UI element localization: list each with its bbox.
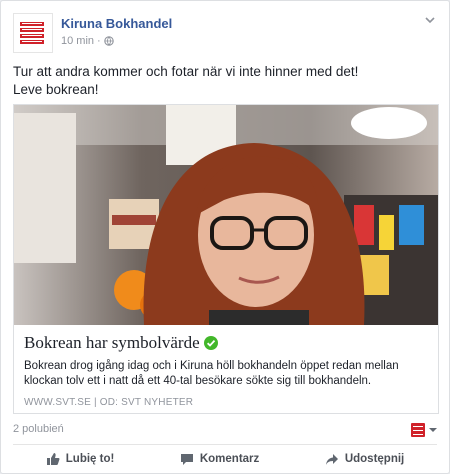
link-preview-card[interactable]: Bokrean har symbolvärde Bokrean drog igå…	[13, 104, 439, 414]
comment-button[interactable]: Komentarz	[180, 449, 259, 469]
meta-separator: ·	[97, 35, 101, 47]
divider	[13, 444, 437, 445]
link-preview-image[interactable]	[14, 105, 438, 325]
post-timestamp[interactable]: 10 min	[61, 35, 94, 47]
post-card: Kiruna Bokhandel 10 min · Tur att andra …	[0, 0, 450, 474]
link-title[interactable]: Bokrean har symbolvärde	[24, 333, 428, 353]
chevron-down-icon[interactable]	[423, 13, 437, 27]
caret-down-icon	[429, 428, 437, 432]
verified-check-icon	[203, 336, 218, 350]
likes-count[interactable]: 2 polubień	[13, 423, 64, 435]
page-avatar[interactable]	[13, 13, 53, 53]
globe-icon[interactable]	[103, 36, 114, 46]
comment-label: Komentarz	[199, 453, 260, 465]
post-stats: 2 polubień	[13, 423, 437, 439]
link-domain: WWW.SVT.SE	[24, 397, 91, 408]
page-name-link[interactable]: Kiruna Bokhandel	[61, 16, 172, 31]
book-stack-logo-icon	[20, 22, 44, 44]
link-source: WWW.SVT.SE | OD: SVT NYHETER	[24, 397, 428, 408]
link-author: OD: SVT NYHETER	[99, 397, 194, 408]
thumbs-up-icon	[46, 453, 60, 465]
link-body: Bokrean har symbolvärde Bokrean drog igå…	[24, 333, 428, 408]
post-meta: 10 min ·	[61, 35, 114, 47]
share-button[interactable]: Udostępnij	[325, 449, 404, 469]
link-title-text[interactable]: Bokrean har symbolvärde	[24, 333, 200, 353]
post-actions: Lubię to! Komentarz Udostępnij	[13, 449, 437, 469]
like-label: Lubię to!	[65, 453, 115, 465]
post-text-line: Leve bokrean!	[13, 82, 99, 97]
comment-icon	[180, 454, 193, 465]
page-mini-avatar	[411, 423, 425, 437]
like-button[interactable]: Lubię to!	[46, 449, 115, 469]
link-description: Bokrean drog igång idag och i Kiruna höl…	[24, 360, 399, 387]
photo-illustration	[14, 105, 438, 325]
post-header: Kiruna Bokhandel 10 min ·	[13, 13, 437, 53]
share-arrow-icon	[325, 454, 338, 465]
share-label: Udostępnij	[344, 453, 405, 465]
post-text: Tur att andra kommer och fotar när vi in…	[13, 63, 437, 99]
share-as-menu[interactable]	[411, 423, 437, 437]
post-text-line: Tur att andra kommer och fotar när vi in…	[13, 64, 359, 79]
source-separator: |	[93, 397, 97, 408]
